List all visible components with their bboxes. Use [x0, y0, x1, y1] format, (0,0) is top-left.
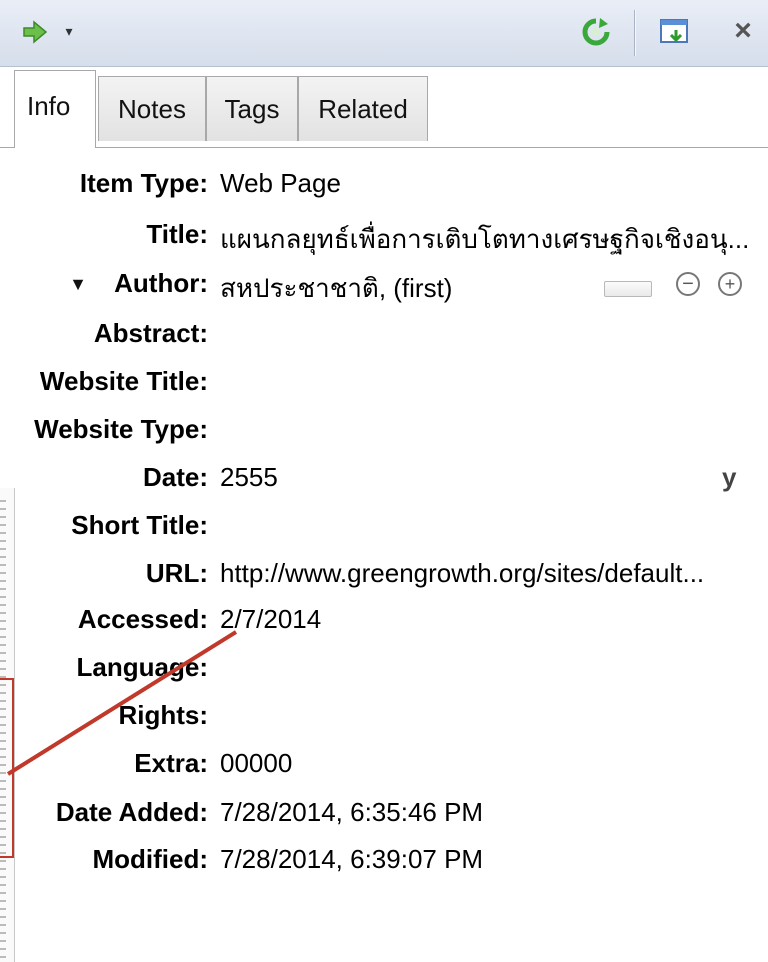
refresh-icon[interactable] [580, 16, 612, 48]
tab-underline [0, 147, 768, 148]
item-type-value[interactable]: Web Page [220, 168, 341, 199]
date-added-label: Date Added: [55, 797, 208, 827]
abstract-label: Abstract: [93, 318, 208, 348]
name-format-switch[interactable] [604, 281, 652, 297]
short-title-label: Short Title: [71, 510, 208, 540]
author-expand-toggle[interactable]: ▼ [68, 274, 88, 294]
tab-label: Notes [118, 93, 186, 124]
modified-value: 7/28/2014, 6:39:07 PM [220, 844, 484, 874]
title-label: Title: [146, 219, 208, 249]
author-value[interactable]: สหประชาชาติ, (first) [220, 268, 452, 309]
modified-label: Modified: [92, 844, 208, 874]
date-label: Date: [142, 462, 208, 492]
rights-label: Rights: [118, 700, 208, 730]
close-icon[interactable]: × [728, 14, 758, 48]
new-window-icon[interactable] [658, 16, 692, 48]
tab-tags[interactable]: Tags [206, 76, 298, 141]
add-author-button[interactable]: + [718, 272, 742, 296]
toolbar-separator [634, 10, 635, 56]
url-value[interactable]: http://www.greengrowth.org/sites/default… [220, 558, 704, 589]
accessed-value[interactable]: 2/7/2014 [220, 604, 321, 635]
annotation-box [0, 678, 14, 858]
website-title-label: Website Title: [39, 366, 208, 396]
item-type-label: Item Type: [79, 168, 208, 198]
toolbar: ▾ × [0, 0, 768, 67]
tab-label: Tags [224, 93, 280, 124]
tab-related[interactable]: Related [298, 76, 428, 141]
tab-label: Info [27, 91, 71, 121]
date-format-indicator: y [722, 462, 737, 492]
language-label: Language: [76, 652, 208, 682]
remove-author-button[interactable]: − [676, 272, 700, 296]
author-label[interactable]: Author: [114, 268, 208, 299]
dropdown-icon[interactable]: ▾ [60, 22, 78, 40]
tab-notes[interactable]: Notes [98, 76, 206, 141]
extra-value[interactable]: 00000 [220, 748, 292, 779]
go-arrow-icon[interactable] [22, 20, 48, 44]
website-type-label: Website Type: [34, 414, 208, 444]
extra-label: Extra: [134, 748, 208, 778]
date-value[interactable]: 2555 [220, 462, 278, 493]
url-label[interactable]: URL: [146, 558, 208, 589]
accessed-label: Accessed: [77, 604, 208, 634]
title-value[interactable]: แผนกลยุทธ์เพื่อการเติบโตทางเศรษฐกิจเชิงอ… [220, 219, 749, 260]
tab-info[interactable]: Info [14, 70, 96, 148]
tab-label: Related [318, 93, 408, 124]
date-added-value: 7/28/2014, 6:35:46 PM [220, 797, 484, 827]
